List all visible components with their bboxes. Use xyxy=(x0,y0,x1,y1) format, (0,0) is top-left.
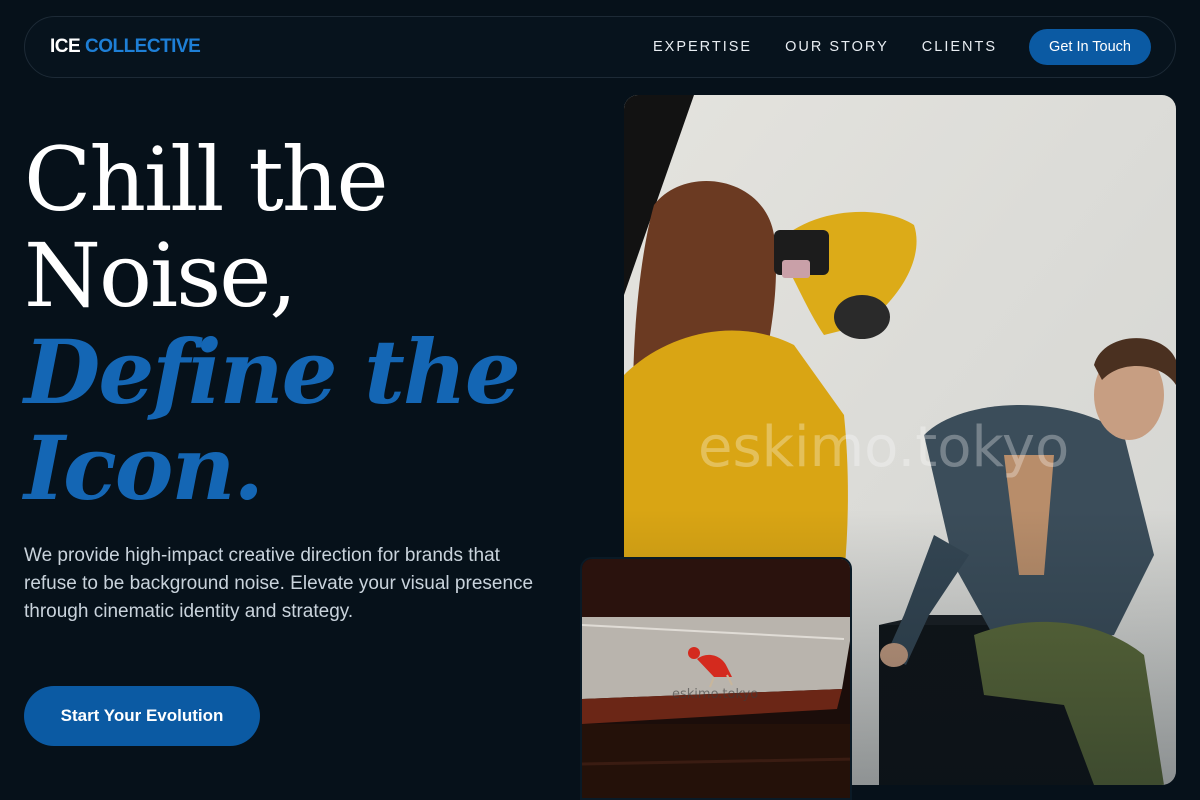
hero-description: We provide high-impact creative directio… xyxy=(24,545,534,622)
hero-headline: Chill the Noise, Define the Icon. xyxy=(24,128,521,520)
brand-logo[interactable]: ICE COLLECTIVE xyxy=(50,36,201,58)
headline-line-3: Define the xyxy=(24,320,521,424)
photo-watermark: eskimo.tokyo xyxy=(698,415,1070,480)
headline-line-1: Chill the xyxy=(24,128,389,231)
logo-word-collective: COLLECTIVE xyxy=(84,36,201,57)
nav-link-expertise[interactable]: EXPERTISE xyxy=(653,39,752,55)
inset-illustration xyxy=(582,559,850,798)
headline-line-4: Icon. xyxy=(24,416,264,520)
nav-links: EXPERTISE OUR STORY CLIENTS Get In Touch xyxy=(620,29,1151,65)
start-evolution-button[interactable]: Start Your Evolution xyxy=(24,686,260,746)
logo-word-ice: ICE xyxy=(50,36,81,57)
top-nav: ICE COLLECTIVE EXPERTISE OUR STORY CLIEN… xyxy=(24,16,1176,78)
nav-link-our-story[interactable]: OUR STORY xyxy=(785,39,889,55)
get-in-touch-button[interactable]: Get In Touch xyxy=(1029,29,1151,65)
headline-line-2: Noise, xyxy=(24,224,297,327)
nav-link-clients[interactable]: CLIENTS xyxy=(922,39,997,55)
inset-watermark: eskimo.tokyo xyxy=(672,687,759,702)
inset-photo: eskimo.tokyo xyxy=(580,557,852,800)
